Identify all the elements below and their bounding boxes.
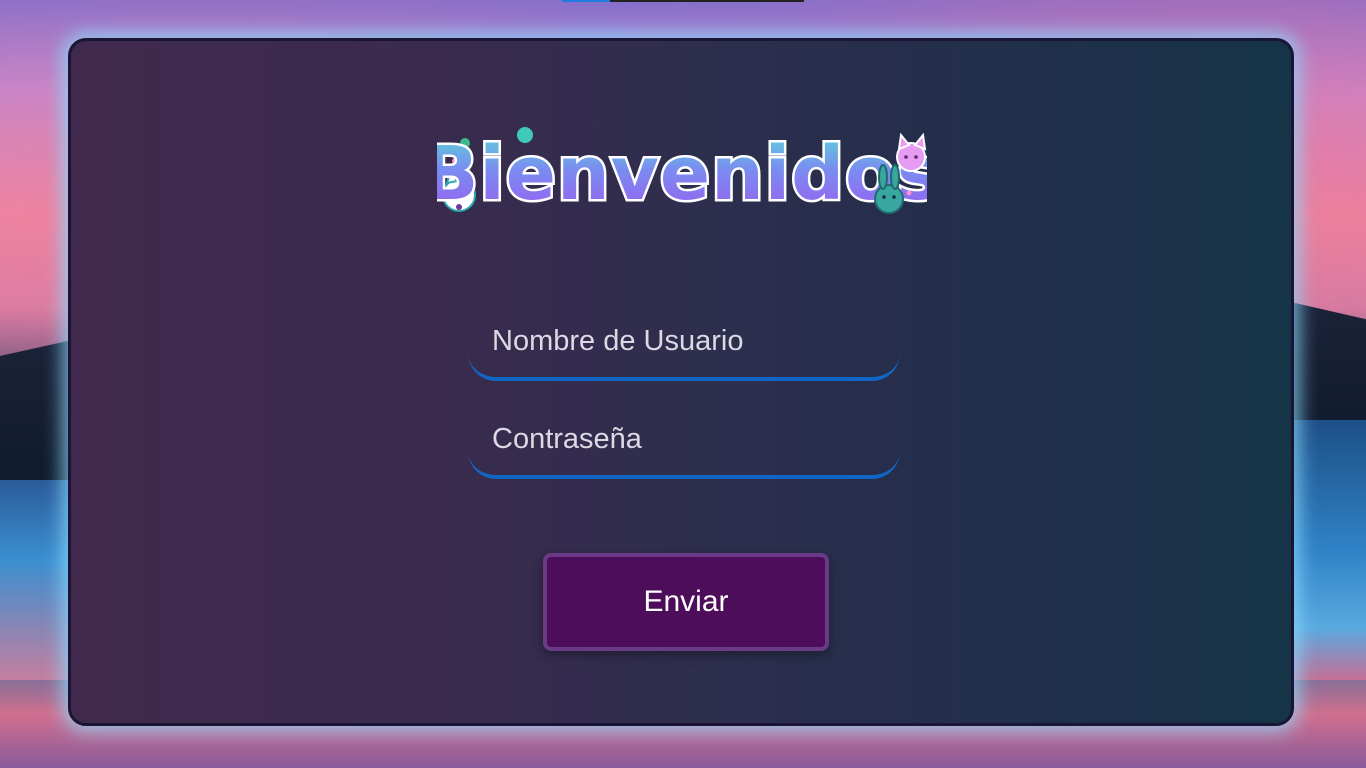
welcome-logo-text: Bienvenidos bbox=[437, 131, 927, 217]
top-indicator-bar bbox=[562, 0, 804, 2]
password-field bbox=[468, 409, 900, 479]
password-input[interactable] bbox=[492, 409, 882, 469]
welcome-logo: Bienvenidos bbox=[437, 121, 927, 221]
submit-button[interactable]: Enviar bbox=[543, 553, 829, 651]
top-indicator-accent bbox=[562, 0, 610, 2]
sparkle-decoration-icon bbox=[906, 190, 912, 196]
username-field bbox=[468, 311, 900, 381]
login-panel: Bienvenidos Enviar bbox=[68, 38, 1294, 726]
username-input[interactable] bbox=[492, 311, 882, 371]
welcome-logo-graphic: Bienvenidos bbox=[437, 127, 927, 220]
